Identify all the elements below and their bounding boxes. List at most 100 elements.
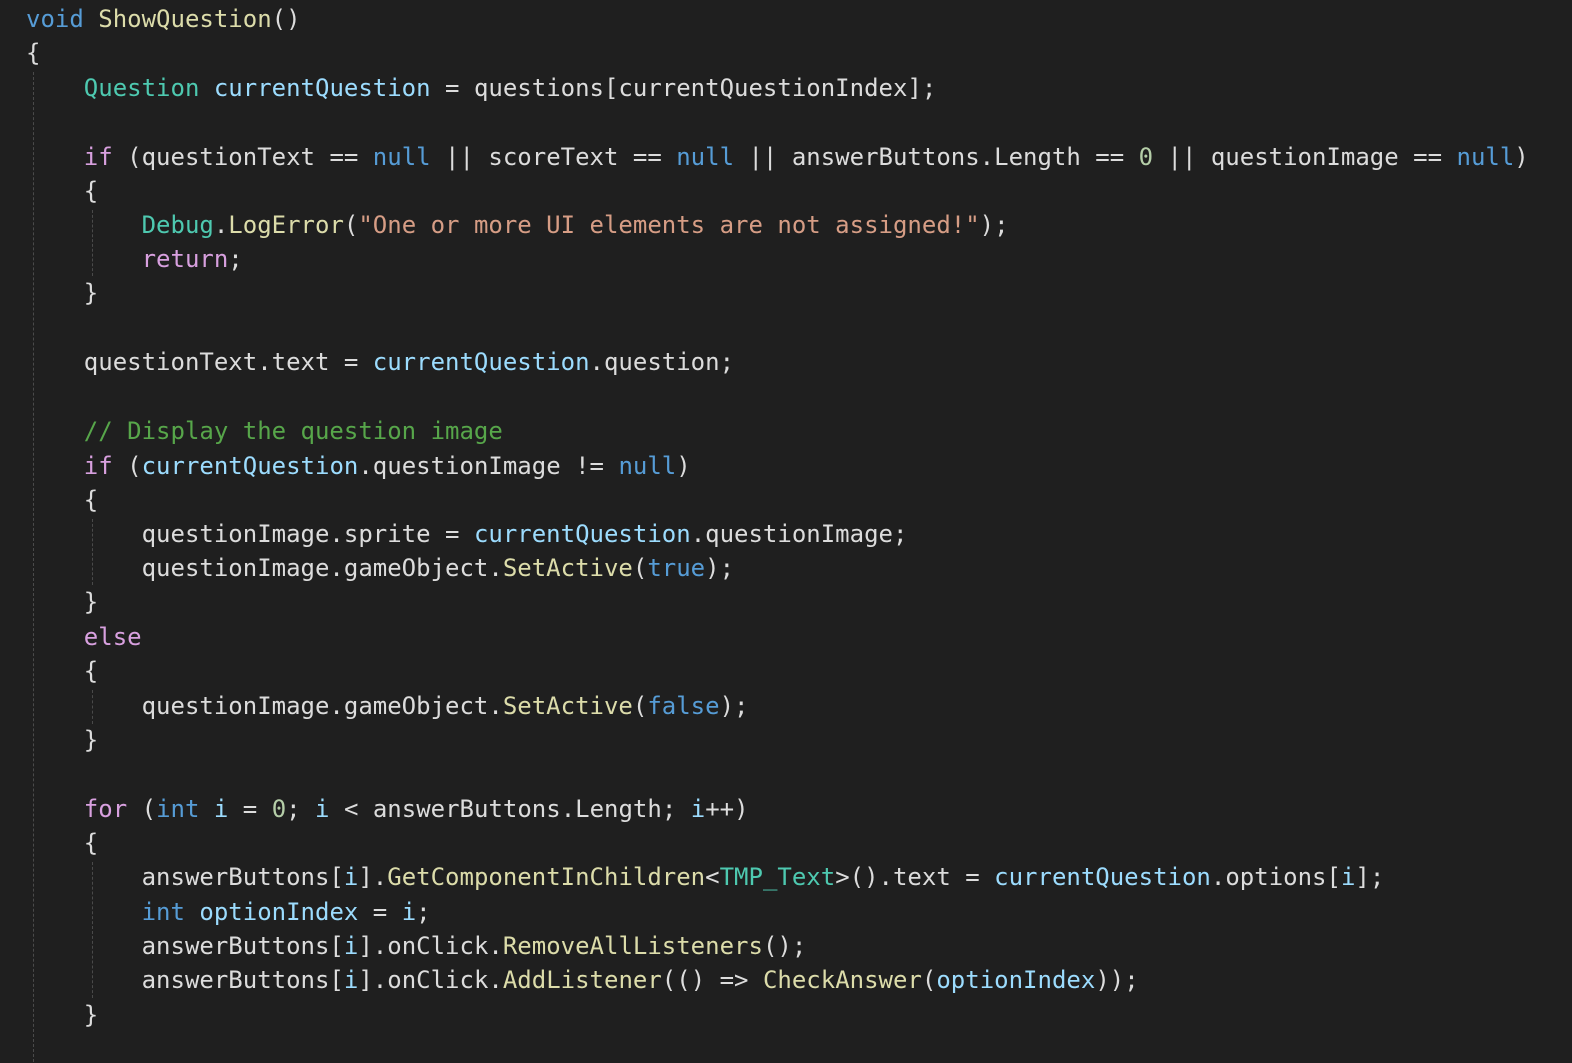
code-token-fn: ShowQuestion	[98, 5, 272, 33]
code-token-txt: || answerButtons.Length ==	[734, 143, 1139, 171]
code-token-type: Question	[83, 74, 200, 102]
code-token-kw: true	[647, 554, 706, 582]
code-token-var: optionIndex	[199, 898, 359, 926]
code-token-txt: answerButtons[	[26, 863, 344, 891]
code-token-txt: );	[705, 554, 735, 582]
code-token-var: i	[1340, 863, 1356, 891]
code-token-ctl: return	[141, 245, 229, 273]
code-token-fn: AddListener	[502, 966, 662, 994]
code-token-txt: .questionImage !=	[358, 452, 619, 480]
code-token-txt: ;	[286, 795, 316, 823]
code-token-txt: }	[26, 1001, 99, 1029]
code-token-var: currentQuestion	[473, 520, 691, 548]
code-token-ctl: if	[83, 143, 113, 171]
code-token-txt: || scoreText ==	[430, 143, 677, 171]
code-token-txt: < answerButtons.Length;	[329, 795, 691, 823]
code-token-kw: false	[647, 692, 720, 720]
code-token-txt: ++)	[705, 795, 749, 823]
code-line: {	[26, 483, 98, 517]
code-token-txt: ));	[1095, 966, 1139, 994]
code-token-kw: null	[676, 143, 735, 171]
code-token-txt: (() =>	[661, 966, 763, 994]
code-token-txt: (	[921, 966, 937, 994]
code-line: else	[26, 620, 142, 654]
code-token-txt: }	[26, 726, 99, 754]
code-line: questionImage.gameObject.SetActive(true)…	[26, 551, 734, 585]
code-token-fn: LogError	[228, 211, 344, 239]
code-token-txt: ();	[762, 932, 807, 960]
code-token-num: 0	[1138, 143, 1154, 171]
code-token-txt: ;	[416, 898, 431, 926]
code-token-ctl: for	[83, 795, 128, 823]
code-token-txt: (questionText ==	[112, 143, 373, 171]
code-token-var: i	[343, 932, 359, 960]
code-token-txt: = questions[currentQuestionIndex];	[430, 74, 937, 102]
code-line: }	[26, 723, 98, 757]
code-token-fn: SetActive	[502, 692, 633, 720]
code-line: if (questionText == null || scoreText ==…	[26, 140, 1529, 174]
code-token-txt: (	[112, 452, 142, 480]
code-editor[interactable]: void ShowQuestion(){ Question currentQue…	[0, 0, 1572, 1063]
code-token-fn: RemoveAllListeners	[502, 932, 763, 960]
code-line: }	[26, 276, 98, 310]
code-token-txt: .	[213, 211, 229, 239]
code-token-txt: answerButtons[	[26, 932, 344, 960]
code-line: questionImage.gameObject.SetActive(false…	[26, 689, 749, 723]
code-token-var: optionIndex	[936, 966, 1096, 994]
code-token-txt: =	[358, 898, 402, 926]
code-token-txt: );	[979, 211, 1009, 239]
code-line: {	[26, 826, 98, 860]
code-token-var: i	[213, 795, 229, 823]
code-token-txt: (	[632, 692, 648, 720]
code-token-fn: CheckAnswer	[762, 966, 922, 994]
code-token-type: TMP_Text	[719, 863, 836, 891]
code-token-txt: }	[26, 279, 99, 307]
code-token-txt: (	[343, 211, 359, 239]
code-token-txt: <	[705, 863, 720, 891]
code-line: {	[26, 174, 98, 208]
code-token-txt: ].onClick.	[358, 966, 503, 994]
code-token-txt: ].	[358, 863, 388, 891]
code-token-var: currentQuestion	[213, 74, 431, 102]
code-token-txt: questionText.text =	[26, 348, 373, 376]
code-token-txt: questionImage.sprite =	[26, 520, 474, 548]
code-line: void ShowQuestion()	[26, 2, 301, 36]
code-line: return;	[26, 242, 243, 276]
code-line: }	[26, 585, 98, 619]
code-token-var: currentQuestion	[141, 452, 359, 480]
code-token-txt: (	[632, 554, 648, 582]
code-token-txt: answerButtons[	[26, 966, 344, 994]
code-token-str: "One or more UI elements are not assigne…	[358, 211, 980, 239]
code-token-txt: .question;	[589, 348, 735, 376]
code-line: {	[26, 36, 40, 70]
code-token-var: i	[401, 898, 417, 926]
code-token-kw: null	[618, 452, 677, 480]
code-token-txt: {	[26, 829, 99, 857]
code-token-kw: int	[141, 898, 185, 926]
code-token-txt: .questionImage;	[690, 520, 908, 548]
code-token-txt: {	[26, 657, 99, 685]
code-token-txt: questionImage.gameObject.	[26, 692, 503, 720]
code-token-cmt: // Display the question image	[83, 417, 503, 445]
code-token-type: Debug	[141, 211, 214, 239]
code-line: Question currentQuestion = questions[cur…	[26, 71, 937, 105]
code-token-kw: void	[26, 5, 84, 33]
code-token-txt: ;	[228, 245, 243, 273]
code-token-txt: ()	[271, 5, 301, 33]
code-line: }	[26, 998, 98, 1032]
code-token-txt: ].onClick.	[358, 932, 503, 960]
code-token-txt: .options[	[1210, 863, 1341, 891]
code-line: int optionIndex = i;	[26, 895, 431, 929]
code-token-txt: =	[228, 795, 272, 823]
code-token-txt: {	[26, 177, 99, 205]
code-token-fn: GetComponentInChildren	[387, 863, 706, 891]
